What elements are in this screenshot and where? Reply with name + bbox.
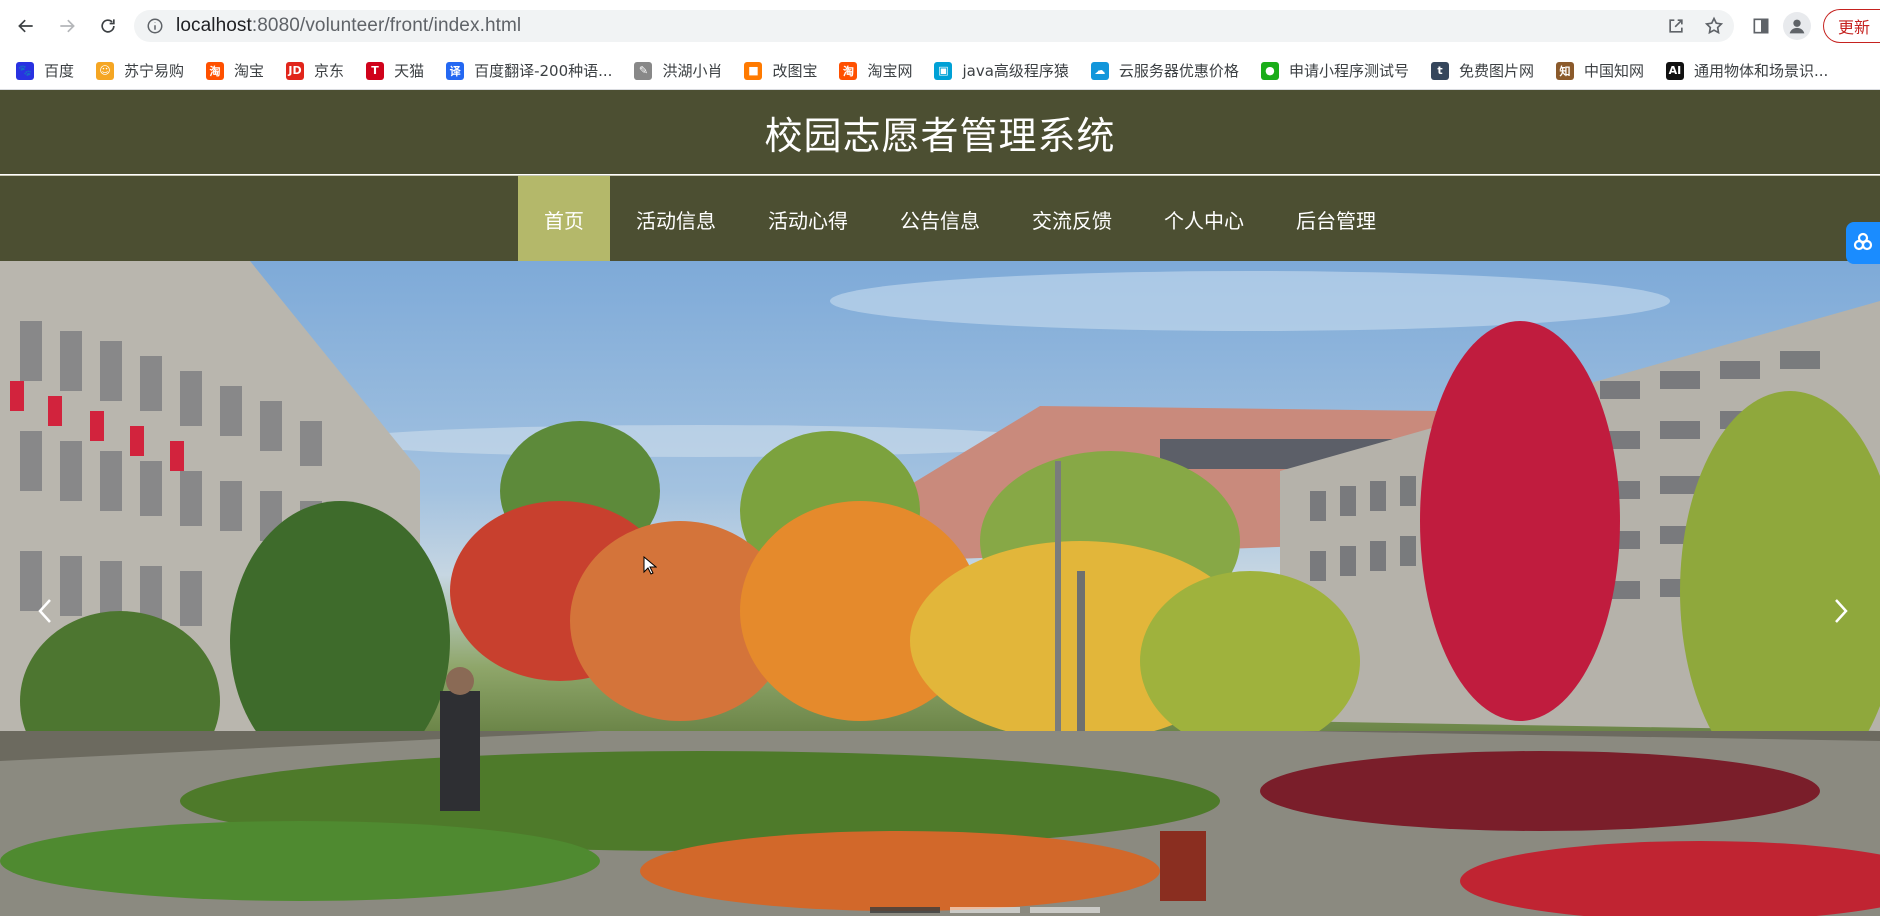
bookmarks-bar: 🐾 百度 ☺ 苏宁易购淘淘宝 JD 京东 T 天猫译百度翻译-200种语... ✎ 洪湖小肖 ■ 改图… [0,52,1880,90]
nav-item[interactable]: 活动心得 [742,176,874,262]
address-bar[interactable]: localhost:8080/volunteer/front/index.htm… [134,10,1734,42]
carousel-dot[interactable] [1030,907,1100,913]
nav-item[interactable]: 首页 [518,176,610,262]
nav-item[interactable]: 个人中心 [1138,176,1270,262]
bookmark-label: 改图宝 [772,62,818,80]
tumblr-icon: t [1430,61,1449,80]
bookmark-label: 通用物体和场景识... [1693,62,1829,80]
link-icon [1853,232,1873,251]
wechat-icon: ● [1260,61,1279,80]
share-button[interactable] [1664,14,1688,38]
bookmark-label: 天猫 [394,62,425,80]
bookmark-label: 京东 [314,62,345,80]
back-button[interactable] [11,11,41,41]
taobao-icon: 淘 [206,61,225,80]
nav-item[interactable]: 交流反馈 [1006,176,1138,262]
baidu-icon: 🐾 [16,61,34,80]
bookmark-item[interactable]: T 天猫 [366,60,424,81]
bookmark-item[interactable]: ✎ 洪湖小肖 [634,60,722,81]
carousel-dot[interactable] [870,907,940,913]
person-icon [1789,19,1805,34]
jd-icon: JD [286,61,305,80]
bookmark-label: 洪湖小肖 [662,62,723,80]
star-icon [1704,16,1724,35]
update-label: 更新 [1837,18,1870,37]
carousel-prev-button[interactable] [30,591,60,631]
bookmark-label: 申请小程序测试号 [1288,62,1409,80]
url-host: localhost [176,15,252,36]
bookmark-item[interactable]: 淘淘宝网 [839,60,912,81]
bookmark-label: java高级程序猿 [962,62,1069,80]
url-path: :8080/volunteer/front/index.html [251,15,522,36]
bookmark-item[interactable]: ▣ java高级程序猿 [934,60,1069,81]
bookmark-item[interactable]: 知中国知网 [1555,60,1644,81]
reload-icon [101,19,115,33]
bookmark-item[interactable]: 译百度翻译-200种语... [446,60,612,81]
profile-avatar[interactable] [1782,12,1811,40]
forward-button[interactable] [52,11,82,41]
banner-carousel[interactable] [0,261,1880,916]
bookmark-label: 免费图片网 [1458,62,1534,80]
site-title: 校园志愿者管理系统 [764,113,1116,158]
chevron-right-icon [1835,599,1848,623]
ai-icon: AI [1665,61,1684,80]
floating-share-widget[interactable] [1846,222,1880,264]
carousel-next-button[interactable] [1826,591,1856,631]
reload-button[interactable] [93,11,123,41]
cloud-icon: ☁ [1090,61,1109,80]
bookmark-item[interactable]: ● 申请小程序测试号 [1260,60,1409,81]
arrow-right-icon [60,19,75,33]
side-panel-icon [1753,18,1769,34]
bookmark-item[interactable]: ☁ 云服务器优惠价格 [1090,60,1239,81]
arrow-left-icon [18,19,33,33]
bookmark-item[interactable]: JD 京东 [286,60,344,81]
nav-item[interactable]: 后台管理 [1270,176,1402,262]
bookmark-item[interactable]: 淘淘宝 [206,60,264,81]
bookmark-label: 苏宁易购 [124,62,185,80]
cnki-icon: 知 [1555,61,1574,80]
bookmark-star-button[interactable] [1702,14,1726,38]
carousel-indicators [870,907,1100,913]
hhxx-icon: ✎ [634,61,653,80]
bookmark-item[interactable]: 🐾 百度 [16,60,74,81]
info-icon [147,18,163,34]
bookmark-label: 百度 [44,62,75,80]
bookmark-label: 淘宝 [234,62,265,80]
bookmark-item[interactable]: ■ 改图宝 [744,60,817,81]
carousel-dot[interactable] [950,907,1020,913]
side-panel-button[interactable] [1743,8,1779,44]
mouse-cursor-icon [643,556,657,575]
bilibili-icon: ▣ [934,61,953,80]
baidu-translate-icon: 译 [446,61,465,80]
bookmark-label: 百度翻译-200种语... [474,62,613,80]
taobao-web-icon: 淘 [839,61,858,80]
bookmark-item[interactable]: t 免费图片网 [1430,60,1534,81]
bookmark-label: 云服务器优惠价格 [1118,62,1239,80]
bookmark-label: 淘宝网 [867,62,913,80]
site-nav: 首页 活动信息 活动心得 公告信息 交流反馈 个人中心 后台管理 [0,175,1880,262]
chevron-left-icon [38,599,51,623]
bookmark-item[interactable]: ☺ 苏宁易购 [96,60,184,81]
browser-toolbar: localhost:8080/volunteer/front/index.htm… [0,0,1880,52]
site-header: 校园志愿者管理系统 [0,90,1880,174]
share-icon [1669,19,1683,33]
url-text[interactable]: localhost:8080/volunteer/front/index.htm… [176,15,521,37]
tmall-icon: T [366,61,385,80]
bookmark-label: 中国知网 [1583,62,1644,80]
campus-photo [0,261,1880,916]
update-button[interactable]: 更新 [1822,9,1880,43]
gaitubao-icon: ■ [744,61,763,80]
nav-item[interactable]: 活动信息 [610,176,742,262]
suning-icon: ☺ [96,61,115,80]
nav-item[interactable]: 公告信息 [874,176,1006,262]
bookmark-item[interactable]: AI 通用物体和场景识... [1665,60,1829,81]
